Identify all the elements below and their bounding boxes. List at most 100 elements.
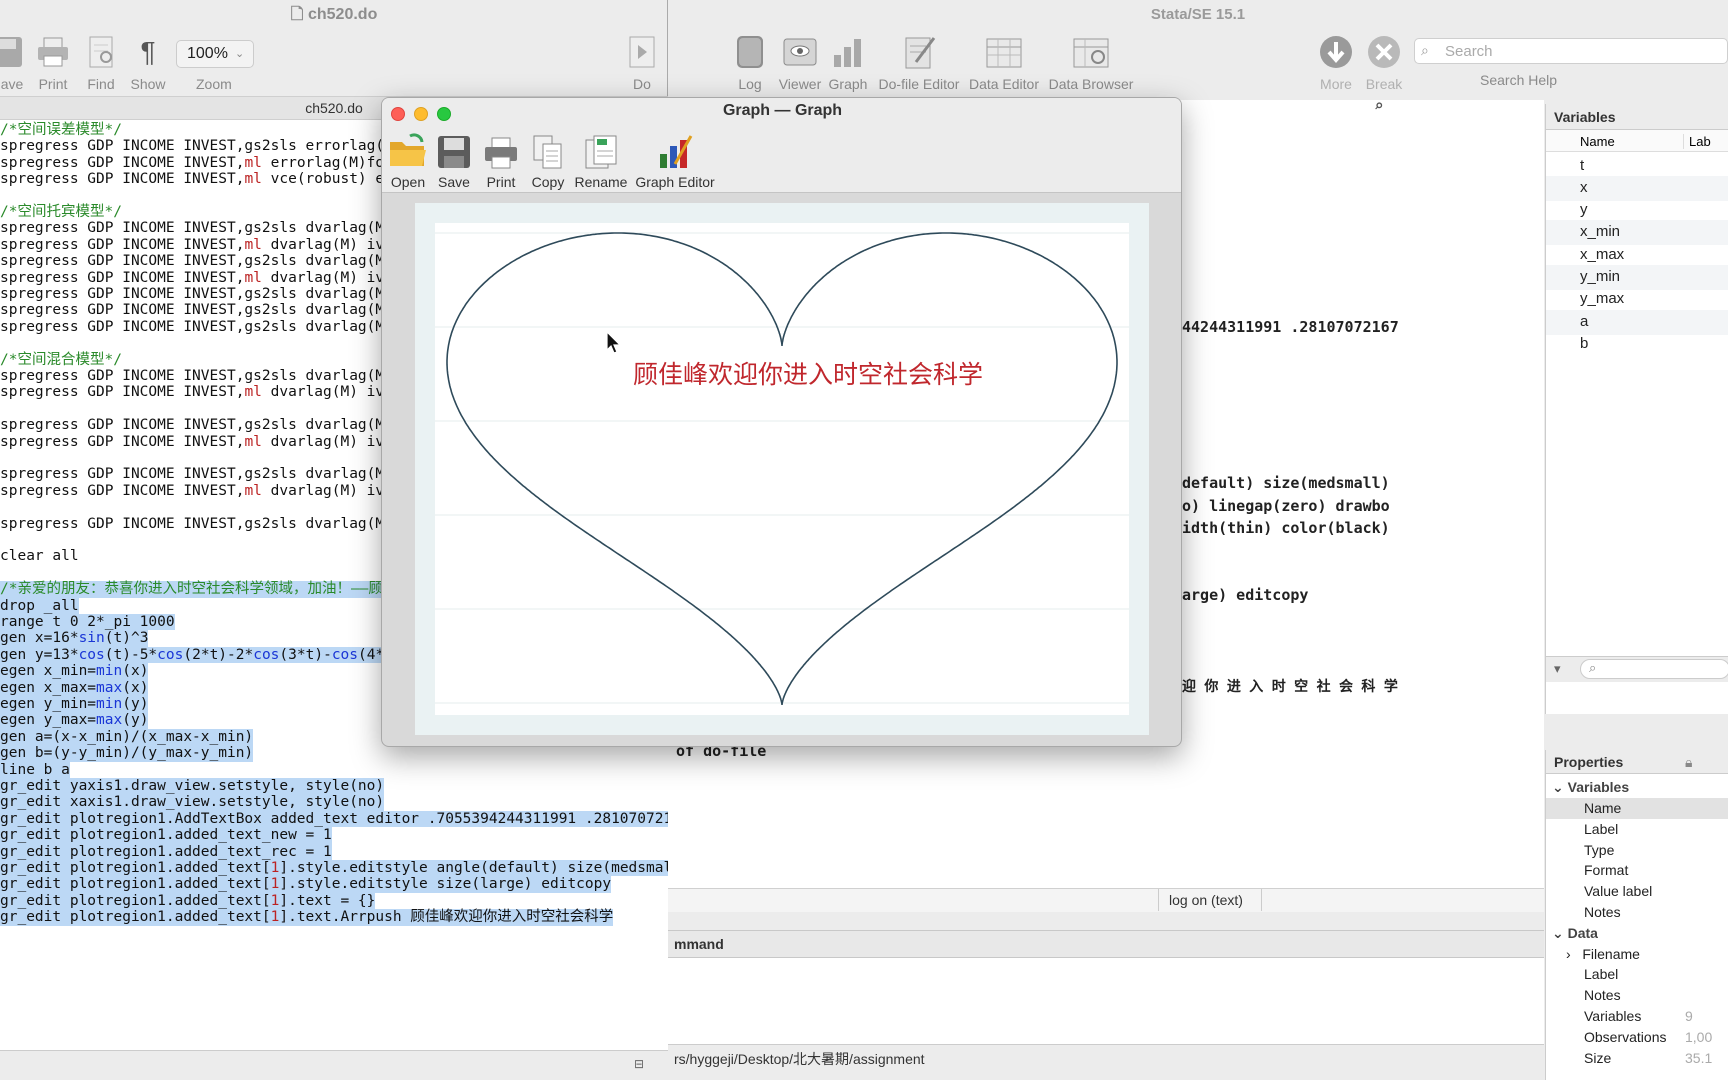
variable-item[interactable]: b — [1546, 332, 1728, 357]
plot-region: 顾佳峰欢迎你进入时空社会科学 — [435, 223, 1129, 715]
data-browser-label: Data Browser — [1048, 76, 1134, 92]
open-label: Open — [390, 174, 426, 190]
heart-chart: 顾佳峰欢迎你进入时空社会科学 — [435, 232, 1129, 705]
code-line: gen a=(x-x_min)/(x_max-x_min) — [0, 728, 254, 746]
viewer-label: Viewer — [778, 76, 822, 92]
viewer-icon — [780, 32, 820, 72]
variable-item[interactable]: x_min — [1546, 220, 1728, 245]
zoom-label: Zoom — [196, 76, 232, 92]
properties-header: Properties — [1546, 750, 1728, 774]
code-line: gen b=(y-y_min)/(y_max-y_min) — [0, 745, 254, 762]
code-line: gr_edit plotregion1.AddTextBox added_tex… — [0, 810, 668, 828]
code-line: /*空间误差模型*/ — [0, 122, 122, 138]
variable-item[interactable]: y_max — [1546, 287, 1728, 312]
property-row[interactable]: Label — [1546, 819, 1728, 840]
more-label: More — [1320, 76, 1352, 92]
code-line: range t 0 2*_pi 1000 — [0, 614, 175, 631]
command-input[interactable] — [668, 958, 1544, 1044]
show-button[interactable]: ¶ Show — [128, 32, 168, 92]
property-row[interactable]: Value label — [1546, 881, 1728, 902]
variable-item[interactable]: x_max — [1546, 243, 1728, 268]
property-row-filename[interactable]: › Filename — [1546, 944, 1728, 965]
open-button[interactable]: Open — [386, 130, 430, 190]
filter-icon[interactable]: ▾ — [1554, 661, 1561, 677]
search-help-label: Search Help — [1480, 72, 1558, 88]
property-row[interactable]: Observations 1,00 — [1546, 1027, 1728, 1048]
code-line: clear all — [0, 548, 79, 565]
chevron-down-icon: ⌄ — [1552, 779, 1564, 795]
property-row[interactable]: Size 35.1 — [1546, 1048, 1728, 1069]
property-row[interactable]: Name — [1546, 798, 1728, 819]
find-icon[interactable]: ⌕ — [1374, 100, 1384, 115]
column-name[interactable]: Name — [1580, 134, 1615, 149]
print-button[interactable]: Print — [481, 130, 521, 190]
variable-item[interactable]: y — [1546, 198, 1728, 223]
print-button[interactable]: Print — [32, 32, 74, 92]
variables-columns: Name Lab — [1546, 130, 1728, 152]
property-row[interactable]: Notes — [1546, 902, 1728, 923]
save-disk-icon — [434, 130, 474, 170]
search-icon: ⌕ — [1421, 42, 1429, 58]
results-line: 44244311991 .28107072167 — [1182, 318, 1399, 336]
graph-editor-button[interactable]: Graph Editor — [635, 130, 715, 190]
property-row[interactable]: Label — [1546, 964, 1728, 985]
more-button[interactable]: More — [1316, 32, 1356, 92]
code-line: spregress GDP INCOME INVEST,ml dvarlag(M… — [0, 236, 393, 253]
property-row[interactable]: Variables 9 — [1546, 1006, 1728, 1027]
data-editor-label: Data Editor — [968, 76, 1040, 92]
graph-editor-label: Graph Editor — [635, 174, 715, 190]
data-browser-button[interactable]: Data Browser — [1048, 32, 1134, 92]
code-line: spregress GDP INCOME INVEST,ml dvarlag(M… — [0, 384, 393, 401]
column-label[interactable]: Lab — [1683, 134, 1711, 149]
properties-section-data[interactable]: ⌄ Data — [1546, 923, 1728, 944]
property-row[interactable]: Notes — [1546, 985, 1728, 1006]
search-input[interactable]: ⌕ Search — [1414, 38, 1728, 64]
do-run-icon — [622, 32, 662, 72]
property-value: 35.1 — [1685, 1050, 1713, 1066]
variable-item[interactable]: x — [1546, 176, 1728, 201]
code-line: gen x=16*sin(t)^3 — [0, 630, 149, 647]
code-line: egen x_min=min(x) — [0, 663, 149, 680]
code-line: gr_edit plotregion1.added_text[1].style.… — [0, 876, 612, 893]
copy-button[interactable]: Copy — [528, 130, 568, 190]
code-line: egen y_min=min(y) — [0, 696, 149, 713]
property-row[interactable]: Type — [1546, 840, 1728, 861]
editor-toolbar: ave Print Find ¶ Show 100% ⌄ Zoom Do — [0, 28, 668, 96]
properties-section-variables[interactable]: ⌄ Variables — [1546, 777, 1728, 798]
variables-header: Variables — [1546, 104, 1728, 130]
log-button[interactable]: Log — [730, 32, 770, 92]
code-line: spregress GDP INCOME INVEST,gs2sls dvarl… — [0, 417, 393, 434]
break-label: Break — [1365, 76, 1403, 92]
print-label: Print — [38, 76, 68, 92]
split-view-icon[interactable]: ⊟ — [634, 1057, 644, 1071]
code-line: spregress GDP INCOME INVEST,ml dvarlag(M… — [0, 482, 393, 499]
viewer-button[interactable]: Viewer — [776, 32, 824, 92]
break-button[interactable]: Break — [1364, 32, 1404, 92]
variables-search-input[interactable]: ⌕ — [1580, 659, 1728, 679]
variable-item[interactable]: y_min — [1546, 265, 1728, 290]
save-button[interactable]: ave — [0, 32, 24, 92]
code-line: spregress GDP INCOME INVEST,ml dvarlag(M… — [0, 433, 393, 450]
save-icon — [0, 32, 24, 72]
open-folder-icon — [386, 130, 430, 170]
property-value: 1,00 — [1685, 1029, 1713, 1045]
find-icon — [82, 32, 122, 72]
variable-item[interactable]: a — [1546, 310, 1728, 335]
print-icon — [33, 32, 73, 72]
results-line: idth(thin) color(black) — [1182, 519, 1390, 537]
save-button[interactable]: Save — [434, 130, 474, 190]
log-status: log on (text) — [1158, 889, 1262, 911]
zoom-select[interactable]: 100% ⌄ — [176, 40, 254, 68]
do-button[interactable]: Do — [622, 32, 662, 92]
property-row[interactable]: Format — [1546, 860, 1728, 881]
variable-item[interactable]: t — [1546, 154, 1728, 179]
dofile-editor-button[interactable]: Do-file Editor — [876, 32, 962, 92]
data-editor-button[interactable]: Data Editor — [968, 32, 1040, 92]
find-button[interactable]: Find — [82, 32, 120, 92]
graph-canvas[interactable]: 顾佳峰欢迎你进入时空社会科学 — [415, 203, 1149, 735]
document-icon: 🗋︎ — [290, 6, 304, 23]
results-line: o) linegap(zero) drawbo — [1182, 497, 1390, 515]
rename-button[interactable]: Rename — [574, 130, 628, 190]
lock-icon[interactable]: 🔒︎ — [1685, 754, 1692, 771]
graph-button[interactable]: Graph — [828, 32, 868, 92]
